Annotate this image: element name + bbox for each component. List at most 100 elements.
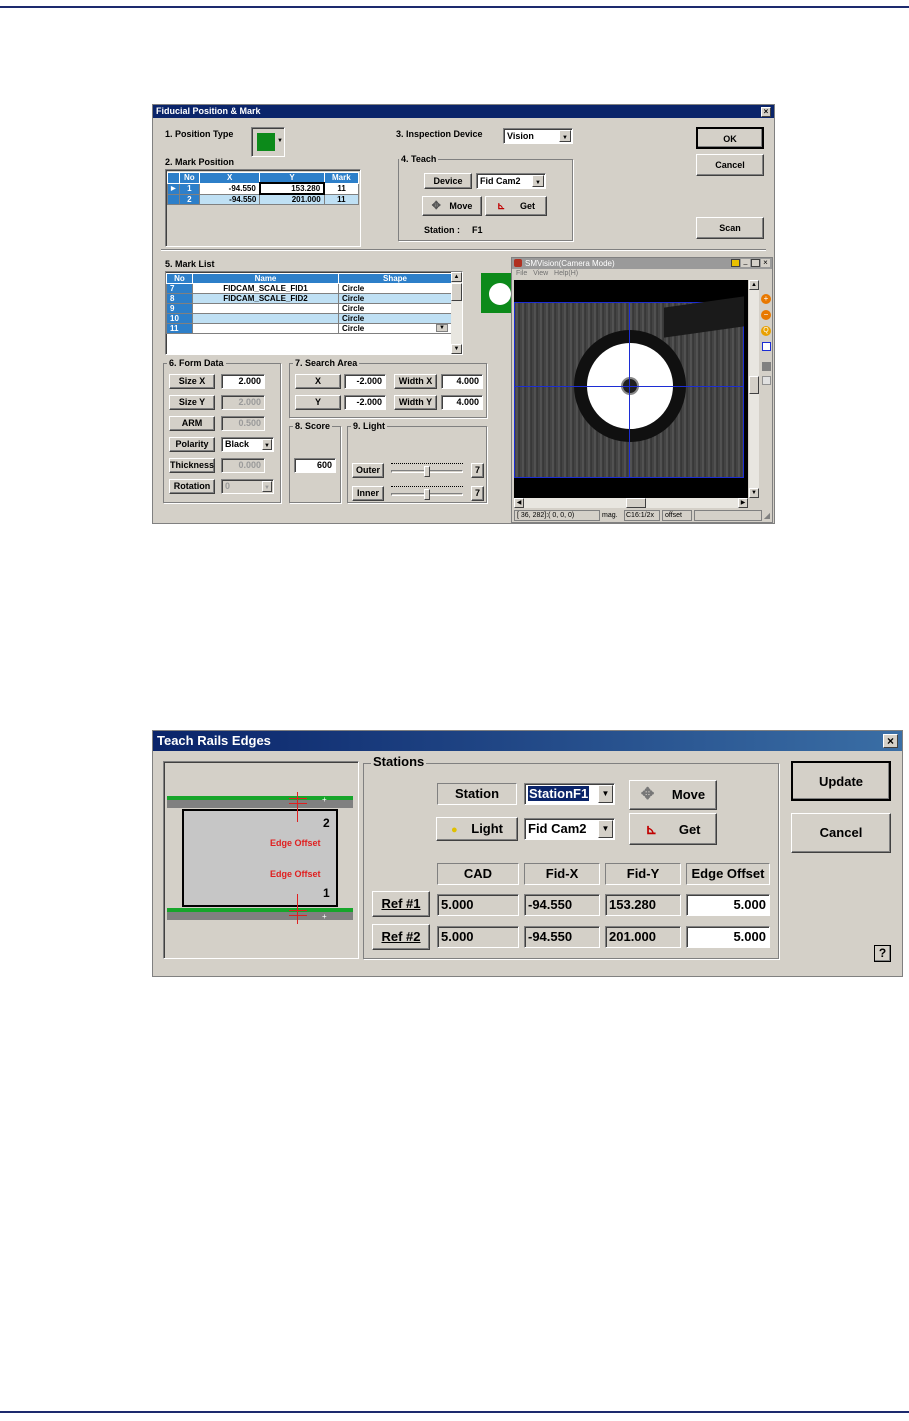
window-icon[interactable] [731,259,740,267]
cell-name[interactable] [192,323,339,334]
ref-1-button[interactable]: Ref #1 [372,891,430,917]
teach-device-select[interactable]: Fid Cam2 ▼ [476,173,546,189]
score-field[interactable]: 600 [294,458,336,473]
menu-view[interactable]: View [533,270,548,277]
maximize-icon[interactable] [751,259,760,267]
menu-file[interactable]: File [516,270,527,277]
width-x-field[interactable]: 4.000 [441,374,483,389]
row-selector [167,193,180,205]
inner-slider[interactable] [389,485,465,501]
close-icon[interactable]: × [761,259,770,267]
list-item[interactable]: 9 Circle [166,303,452,314]
station-label: Station [437,783,517,805]
minimize-icon[interactable]: _ [741,258,750,267]
ref-2-edge-offset[interactable]: 5.000 [686,926,770,948]
chevron-down-icon: ▼ [262,481,272,492]
close-icon[interactable]: × [883,734,898,748]
scroll-thumb[interactable] [626,498,646,508]
cell-shape[interactable]: Circle [338,283,452,294]
move-button[interactable]: ✥ Move [629,780,717,810]
slider-thumb[interactable] [424,466,430,477]
mark-list-scrollbar[interactable]: ▲ ▼ [451,272,462,354]
scroll-down-icon[interactable]: ▼ [451,344,462,354]
size-y-field: 2.000 [221,395,265,410]
scroll-right-icon[interactable]: ▶ [738,498,748,508]
cell-no[interactable]: 2 [178,193,200,205]
cell-name[interactable] [192,313,339,324]
cell-no[interactable]: 1 [178,182,200,195]
list-item[interactable]: 10 Circle [166,313,452,324]
vision-vscroll[interactable]: ▲ ▼ [749,280,759,498]
size-x-field[interactable]: 2.000 [221,374,265,389]
ok-button[interactable]: OK [696,127,764,149]
ref-1-edge-offset[interactable]: 5.000 [686,894,770,916]
polarity-label: Polarity [169,437,215,452]
scroll-up-icon[interactable]: ▲ [451,272,462,282]
list-item[interactable]: 7 FIDCAM_SCALE_FID1 Circle [166,283,452,294]
cell-y[interactable]: 201.000 [259,193,325,205]
get-button[interactable]: ⊾ Get [629,813,717,845]
cancel-button[interactable]: Cancel [791,813,891,853]
size-x-label: Size X [169,374,215,389]
close-icon[interactable]: × [761,107,771,117]
cell-mark[interactable]: 11 [323,193,360,205]
table-row[interactable]: ▶ 1 -94.550 153.280 11 [167,182,360,195]
zoom-in-icon[interactable]: + [761,294,771,304]
cell-name[interactable]: FIDCAM_SCALE_FID1 [192,283,339,294]
chevron-down-icon: ▼ [262,439,272,450]
cell-shape[interactable]: Circle [338,313,452,324]
cell-name[interactable] [192,303,339,314]
cell-shape[interactable]: Circle [338,303,452,314]
list-item[interactable]: 11 Circle ▼ [166,323,452,334]
table-row[interactable]: 2 -94.550 201.000 11 [167,193,360,205]
cell-y[interactable]: 153.280 [258,182,326,195]
list-item[interactable]: 8 FIDCAM_SCALE_FID2 Circle [166,293,452,304]
offset-marker-bottom [297,894,298,924]
scroll-up-icon[interactable]: ▲ [749,280,759,290]
cell-shape[interactable]: Circle [338,293,452,304]
station-select[interactable]: StationF1 ▼ [524,783,615,805]
search-y-label: Y [295,395,341,410]
get-button[interactable]: ⊾ Get [485,196,547,216]
gray-square-icon[interactable] [762,362,771,371]
cell-name[interactable]: FIDCAM_SCALE_FID2 [192,293,339,304]
ref-2-button[interactable]: Ref #2 [372,924,430,950]
outer-slider[interactable] [389,462,465,478]
width-y-field[interactable]: 4.000 [441,395,483,410]
cell-x[interactable]: -94.550 [198,182,261,195]
scroll-down-icon[interactable]: ▼ [749,488,759,498]
zoom-fit-icon[interactable]: Q [761,326,771,336]
vision-hscroll[interactable]: ◀ ▶ [514,498,748,508]
update-button[interactable]: Update [791,761,891,801]
menu-help[interactable]: Help(H) [554,270,578,277]
search-y-field[interactable]: -2.000 [344,395,386,410]
slider-thumb[interactable] [424,489,430,500]
rail-diagram-panel: + + 2 Edge Offset Edge Offset 1 [163,761,359,959]
cell-shape[interactable]: Circle ▼ [338,323,452,334]
frame-icon[interactable] [762,342,771,351]
edge-offset-label-bottom: Edge Offset [270,869,321,879]
search-x-field[interactable]: -2.000 [344,374,386,389]
resize-grip-icon[interactable]: ◢ [764,510,770,522]
light-button[interactable]: ● Light [436,817,518,841]
offset-tick-top-b [289,803,307,804]
cell-mark[interactable]: 11 [323,182,360,195]
zoom-out-icon[interactable]: − [761,310,771,320]
scroll-left-icon[interactable]: ◀ [514,498,524,508]
settings-icon[interactable] [762,376,771,385]
cell-x[interactable]: -94.550 [198,193,261,205]
inspection-device-select[interactable]: Vision ▼ [503,128,573,144]
crosshair-vertical [629,302,630,478]
cancel-button[interactable]: Cancel [696,154,764,176]
col-fid-y: Fid-Y [605,863,681,885]
polarity-select[interactable]: Black ▼ [221,437,274,452]
move-button[interactable]: ✥ Move [422,196,482,216]
scroll-thumb[interactable] [749,376,759,394]
scroll-thumb[interactable] [451,283,462,301]
help-button[interactable]: ? [874,945,891,962]
outer-label: Outer [352,463,384,478]
position-type-picker[interactable]: ▼ [251,127,285,157]
camera-select[interactable]: Fid Cam2 ▼ [524,818,615,840]
scan-button[interactable]: Scan [696,217,764,239]
chevron-down-icon[interactable]: ▼ [436,324,448,332]
